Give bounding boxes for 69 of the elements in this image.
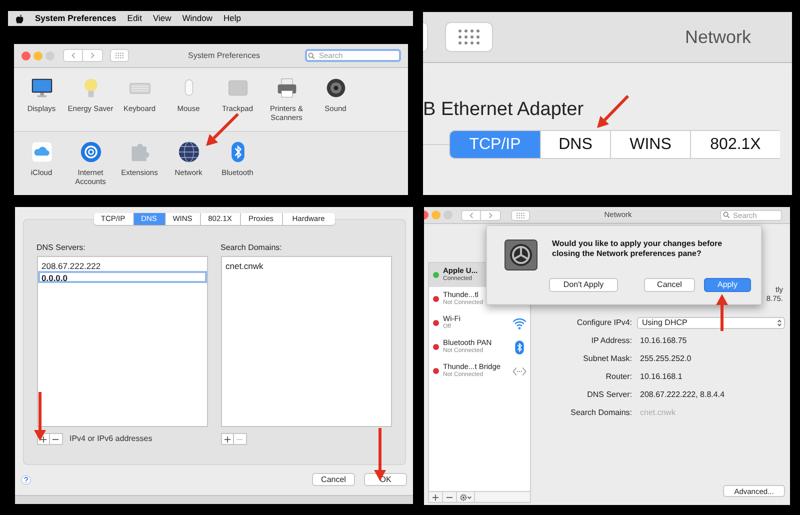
printer-icon bbox=[276, 77, 298, 99]
annotation-arrow bbox=[206, 112, 240, 146]
add-button[interactable] bbox=[220, 433, 234, 445]
globe-icon bbox=[178, 141, 200, 163]
list-label: DNS Servers: bbox=[36, 242, 86, 254]
list-row[interactable]: cnet.cnwk bbox=[222, 259, 390, 271]
window-controls-icon[interactable] bbox=[424, 210, 453, 220]
dialog-button[interactable]: Cancel bbox=[644, 278, 695, 292]
chevron-right-icon bbox=[488, 212, 493, 218]
search-icon bbox=[723, 212, 730, 218]
plus-icon bbox=[432, 494, 439, 500]
dialog-button[interactable]: Cancel bbox=[312, 473, 355, 486]
window-title: System Preferences bbox=[186, 50, 262, 62]
adapter-name: B Ethernet Adapter bbox=[423, 99, 584, 121]
monitor-icon bbox=[30, 77, 52, 99]
show-all-button[interactable] bbox=[445, 22, 493, 52]
tab[interactable]: WINS bbox=[610, 130, 690, 159]
back-button[interactable] bbox=[461, 210, 481, 220]
menu-item[interactable]: View bbox=[152, 12, 172, 25]
chevron-left-icon bbox=[468, 212, 474, 218]
list-row[interactable]: 208.67.222.222 bbox=[38, 259, 206, 271]
remove-button[interactable] bbox=[50, 433, 62, 445]
dialog-button[interactable]: Don't Apply bbox=[549, 278, 618, 292]
field-label: Subnet Mask: bbox=[582, 353, 632, 365]
field-label: Configure IPv4: bbox=[576, 317, 632, 329]
menu-item[interactable]: Help bbox=[223, 12, 241, 25]
tab[interactable]: DNS bbox=[540, 130, 610, 159]
annotation-arrow bbox=[34, 392, 46, 441]
bluetooth-icon bbox=[512, 340, 527, 354]
grid-icon bbox=[456, 28, 482, 46]
plus-icon bbox=[224, 436, 230, 442]
menu-item[interactable]: Edit bbox=[127, 12, 142, 25]
tab[interactable]: 802.1X bbox=[690, 130, 780, 159]
wifi-icon bbox=[512, 316, 527, 330]
field-label: IP Address: bbox=[590, 335, 632, 347]
list-row[interactable]: 0.0.0.0 bbox=[38, 271, 206, 283]
field-label: Router: bbox=[604, 371, 632, 383]
text-field[interactable]: cnet.cnwk bbox=[638, 407, 718, 419]
field-label: DNS Server: bbox=[586, 389, 632, 401]
speaker-icon bbox=[324, 77, 346, 99]
field-value: 255.255.252.0 bbox=[640, 353, 692, 365]
list-label: Search Domains: bbox=[220, 242, 283, 254]
show-all-button[interactable] bbox=[511, 210, 530, 220]
chevron-right-icon bbox=[90, 52, 95, 59]
app-menu[interactable]: System Preferences bbox=[35, 12, 116, 25]
cloud-icon bbox=[30, 141, 52, 163]
annotation-arrow bbox=[597, 94, 630, 128]
window-controls-icon[interactable] bbox=[21, 50, 55, 60]
window-title: Network bbox=[685, 26, 752, 48]
field-label: Search Domains: bbox=[570, 407, 632, 419]
show-all-button[interactable] bbox=[110, 49, 129, 62]
menu-item[interactable]: Window bbox=[182, 12, 212, 25]
dialog-message: Would you like to apply your changes before closing the Network preferences pane? bbox=[552, 239, 724, 260]
action-menu-button[interactable] bbox=[457, 492, 475, 502]
apple-icon[interactable] bbox=[16, 14, 24, 24]
dropdown[interactable]: Using DHCP bbox=[637, 317, 785, 329]
hint-text: IPv4 or IPv6 addresses bbox=[70, 433, 152, 445]
field-value: 10.16.168.1 bbox=[640, 371, 682, 383]
annotation-arrow bbox=[716, 294, 728, 331]
field-value: 10.16.168.75 bbox=[640, 335, 687, 347]
field-value: 208.67.222.222, 8.8.4.4 bbox=[640, 389, 725, 401]
help-icon[interactable] bbox=[21, 474, 31, 484]
plus-icon bbox=[40, 436, 46, 442]
search-icon bbox=[308, 52, 315, 59]
gear-icon bbox=[460, 494, 472, 500]
up-down-chevron-icon bbox=[777, 319, 782, 327]
gear-icon bbox=[504, 239, 538, 271]
chevron-left-icon bbox=[70, 52, 76, 59]
back-button[interactable] bbox=[63, 49, 83, 62]
